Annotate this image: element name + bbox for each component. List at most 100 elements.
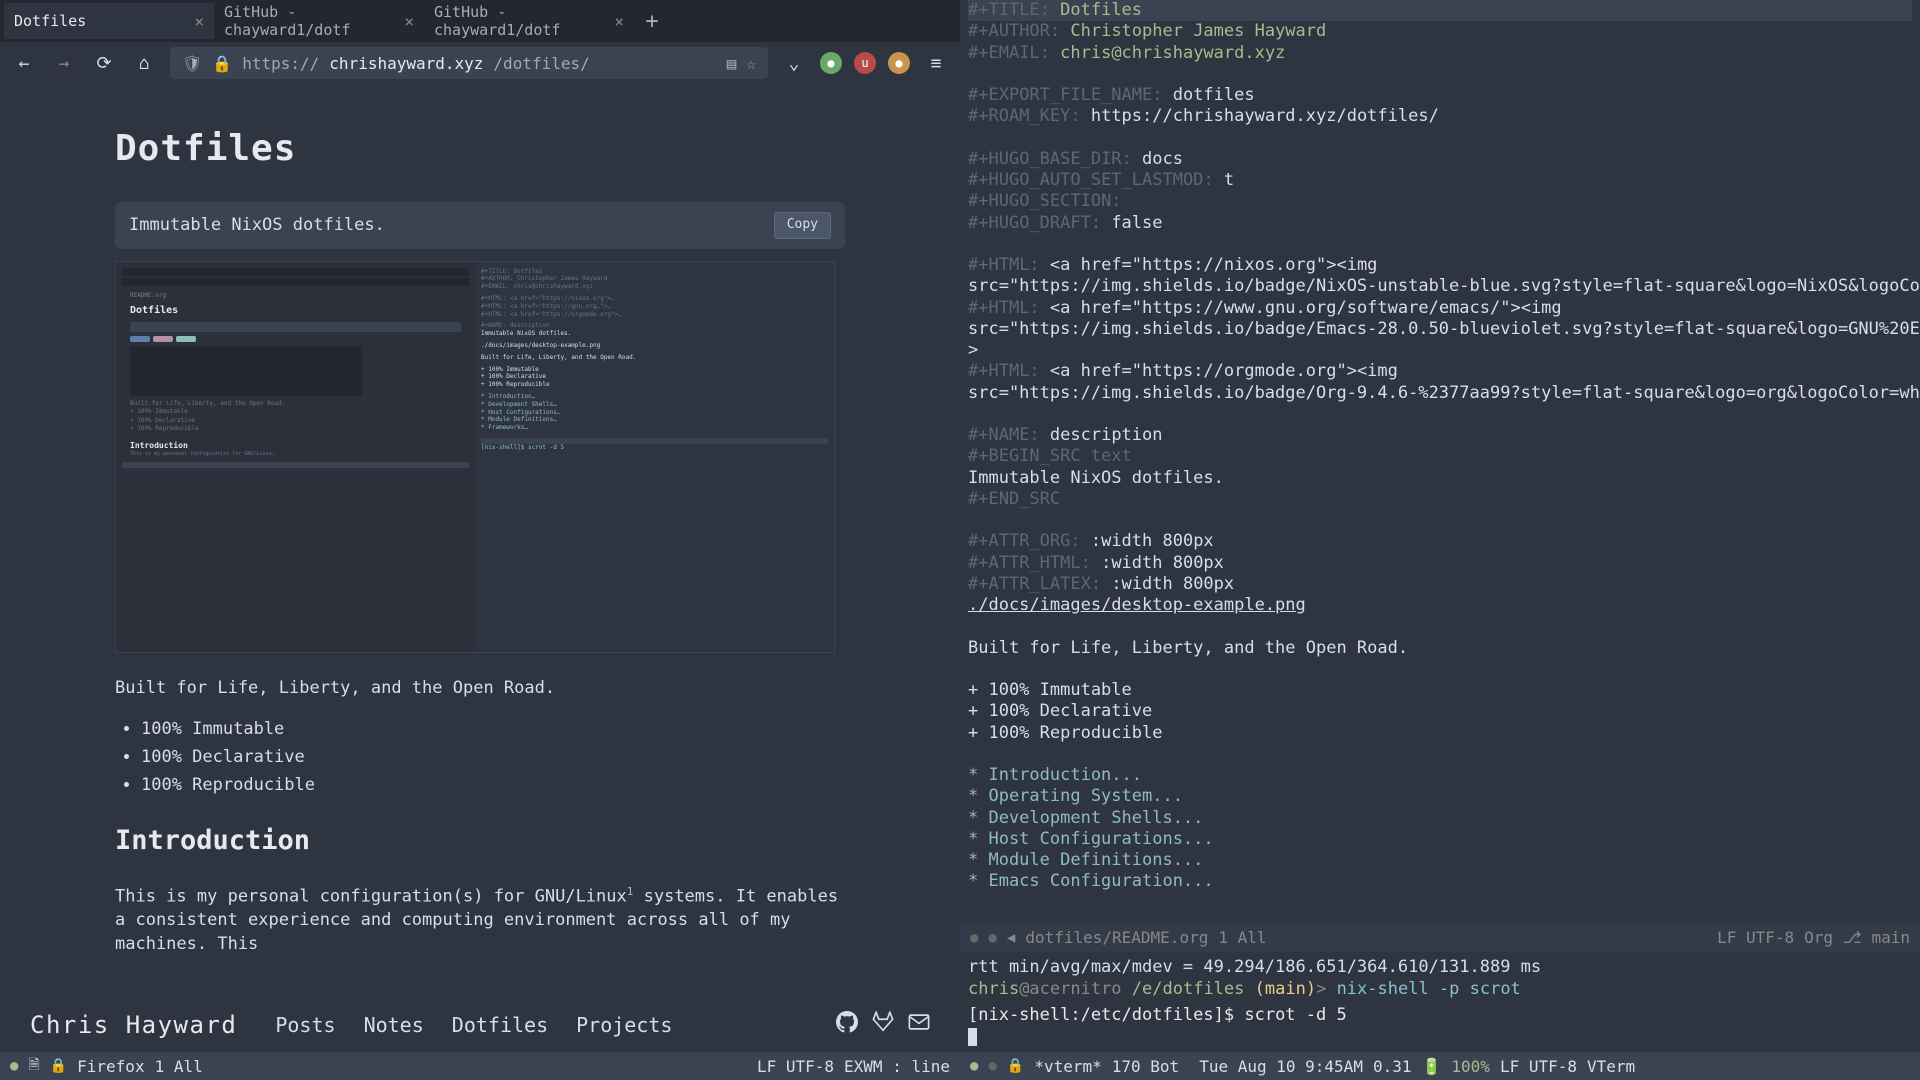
- editor-line: #+EXPORT_FILE_NAME: dotfiles: [968, 85, 1912, 106]
- editor-line: ./docs/images/desktop-example.png: [968, 595, 1912, 616]
- browser-toolbar: ← → ⟳ ⌂ 🛡 🔒 https://chrishayward.xyz/dot…: [0, 42, 960, 84]
- editor-line: >: [968, 340, 1912, 361]
- editor-line: #+ROAM_KEY: https://chrishayward.xyz/dot…: [968, 106, 1912, 127]
- editor-line: #+BEGIN_SRC text: [968, 446, 1912, 467]
- encoding: LF UTF-8: [1500, 1057, 1577, 1076]
- close-icon[interactable]: ×: [194, 12, 204, 31]
- home-icon[interactable]: ⌂: [130, 53, 158, 74]
- pocket-icon[interactable]: ⌄: [780, 53, 808, 74]
- position-indicator: 1 All: [1218, 928, 1266, 947]
- nav-projects[interactable]: Projects: [576, 1013, 672, 1037]
- modeline-firefox: ● 🗎 🔒 Firefox 1 All LF UTF-8 EXWM : line: [0, 1052, 960, 1080]
- editor-line: #+HUGO_AUTO_SET_LASTMOD: t: [968, 170, 1912, 191]
- editor-line: [968, 128, 1912, 149]
- url-scheme: https://: [242, 54, 319, 73]
- close-icon[interactable]: ×: [404, 12, 414, 31]
- editor-line: * Emacs Configuration...: [968, 871, 1912, 892]
- editor-line: [968, 744, 1912, 765]
- site-header: Chris Hayward Posts Notes Dotfiles Proje…: [0, 997, 960, 1052]
- encoding: LF UTF-8: [1717, 928, 1794, 947]
- branch-icon: ⎇: [1843, 928, 1861, 947]
- encoding: LF UTF-8: [757, 1057, 834, 1076]
- nix-shell-line: [nix-shell:/etc/dotfiles]$ scrot -d 5: [968, 1004, 1912, 1026]
- extension-1-icon[interactable]: ●: [820, 52, 842, 74]
- buffer-path: dotfiles/README.org: [1025, 928, 1208, 947]
- editor-line: * Introduction...: [968, 765, 1912, 786]
- extension-ublock-icon[interactable]: u: [854, 52, 876, 74]
- site-logo[interactable]: Chris Hayward: [30, 1011, 237, 1039]
- list-item: 100% Reproducible: [141, 774, 845, 798]
- major-mode: Org: [1804, 928, 1833, 947]
- nav-notes[interactable]: Notes: [364, 1013, 424, 1037]
- editor-line: + 100% Reproducible: [968, 723, 1912, 744]
- tab-label: Dotfiles: [14, 12, 86, 30]
- tab-label: GitHub - chayward1/dotf: [224, 3, 404, 39]
- position-indicator: 1 All: [155, 1057, 203, 1076]
- url-path: /dotfiles/: [493, 54, 589, 73]
- reader-icon[interactable]: ▤: [727, 54, 737, 73]
- chevron-left-icon: ◀: [1007, 930, 1015, 946]
- battery-pct: 100%: [1451, 1057, 1490, 1076]
- nav-posts[interactable]: Posts: [275, 1013, 335, 1037]
- editor-line: #+HTML: <a href="https://orgmode.org"><i…: [968, 361, 1912, 382]
- editor-line: #+HTML: <a href="https://www.gnu.org/sof…: [968, 298, 1912, 319]
- modeline-editor: ● ● ◀ dotfiles/README.org 1 All LF UTF-8…: [960, 924, 1920, 952]
- tagline: Built for Life, Liberty, and the Open Ro…: [115, 677, 845, 701]
- position-indicator: 170 Bot: [1112, 1057, 1179, 1076]
- github-icon[interactable]: [836, 1011, 858, 1039]
- close-icon[interactable]: ×: [614, 12, 624, 31]
- editor-line: [968, 659, 1912, 680]
- intro-paragraph: This is my personal configuration(s) for…: [115, 884, 845, 957]
- page-title: Dotfiles: [115, 124, 845, 174]
- editor-line: [968, 404, 1912, 425]
- vc-dot-icon: ●: [988, 1058, 996, 1074]
- vc-dot-icon: ●: [988, 930, 996, 946]
- url-host: chrishayward.xyz: [329, 54, 483, 73]
- gitlab-icon[interactable]: [872, 1011, 894, 1039]
- file-icon: 🗎: [28, 1054, 39, 1078]
- editor-line: + 100% Declarative: [968, 701, 1912, 722]
- status-dot-icon: ●: [970, 1058, 978, 1074]
- editor-line: #+HUGO_BASE_DIR: docs: [968, 149, 1912, 170]
- browser-tabs: Dotfiles × GitHub - chayward1/dotf × Git…: [0, 0, 960, 42]
- lock-icon: 🔒: [50, 1058, 67, 1074]
- url-bar[interactable]: 🛡 🔒 https://chrishayward.xyz/dotfiles/ ▤…: [170, 47, 768, 79]
- modeline-vterm: ● ● 🔒 *vterm* 170 Bot Tue Aug 10 9:45AM …: [960, 1052, 1920, 1080]
- copy-button[interactable]: Copy: [774, 212, 831, 238]
- back-icon[interactable]: ←: [10, 53, 38, 74]
- page-content: Dotfiles Immutable NixOS dotfiles. Copy …: [0, 84, 960, 957]
- email-icon[interactable]: [908, 1011, 930, 1039]
- editor-line: #+END_SRC: [968, 489, 1912, 510]
- menu-icon[interactable]: ≡: [922, 53, 950, 74]
- editor-line: #+AUTHOR: Christopher James Hayward: [968, 21, 1912, 42]
- major-mode: VTerm: [1587, 1057, 1635, 1076]
- editor-line: + 100% Immutable: [968, 680, 1912, 701]
- reload-icon[interactable]: ⟳: [90, 53, 118, 74]
- editor-line: #+HUGO_DRAFT: false: [968, 213, 1912, 234]
- tab-github-2[interactable]: GitHub - chayward1/dotf ×: [424, 3, 634, 39]
- editor-line: #+EMAIL: chris@chrishayward.xyz: [968, 43, 1912, 64]
- new-tab-button[interactable]: +: [634, 9, 670, 34]
- editor-line: #+ATTR_HTML: :width 800px: [968, 553, 1912, 574]
- feature-list: 100% Immutable 100% Declarative 100% Rep…: [115, 718, 845, 797]
- major-mode: EXWM : line: [844, 1057, 950, 1076]
- editor-line: #+ATTR_ORG: :width 800px: [968, 531, 1912, 552]
- status-dot-icon: ●: [10, 1058, 18, 1074]
- forward-icon[interactable]: →: [50, 53, 78, 74]
- editor-line: * Operating System...: [968, 786, 1912, 807]
- nav-dotfiles[interactable]: Dotfiles: [452, 1013, 548, 1037]
- editor-line: src="https://img.shields.io/badge/NixOS-…: [968, 276, 1912, 297]
- editor-line: src="https://img.shields.io/badge/Emacs-…: [968, 319, 1912, 340]
- editor-buffer[interactable]: #+TITLE: Dotfiles#+AUTHOR: Christopher J…: [960, 0, 1920, 924]
- desktop-screenshot-image: README.org Dotfiles Built for Life, Libe…: [115, 261, 835, 653]
- editor-line: #+HTML: <a href="https://nixos.org"><img: [968, 255, 1912, 276]
- tab-dotfiles[interactable]: Dotfiles ×: [4, 3, 214, 39]
- tab-github-1[interactable]: GitHub - chayward1/dotf ×: [214, 3, 424, 39]
- vterm-buffer[interactable]: rtt min/avg/max/mdev = 49.294/186.651/36…: [960, 952, 1920, 1052]
- extension-3-icon[interactable]: ●: [888, 52, 910, 74]
- battery-icon: 🔋: [1421, 1057, 1441, 1076]
- clock: Tue Aug 10 9:45AM: [1199, 1057, 1363, 1076]
- rtt-line: rtt min/avg/max/mdev = 49.294/186.651/36…: [968, 956, 1912, 978]
- buffer-name: Firefox: [77, 1057, 144, 1076]
- bookmark-icon[interactable]: ☆: [746, 54, 756, 73]
